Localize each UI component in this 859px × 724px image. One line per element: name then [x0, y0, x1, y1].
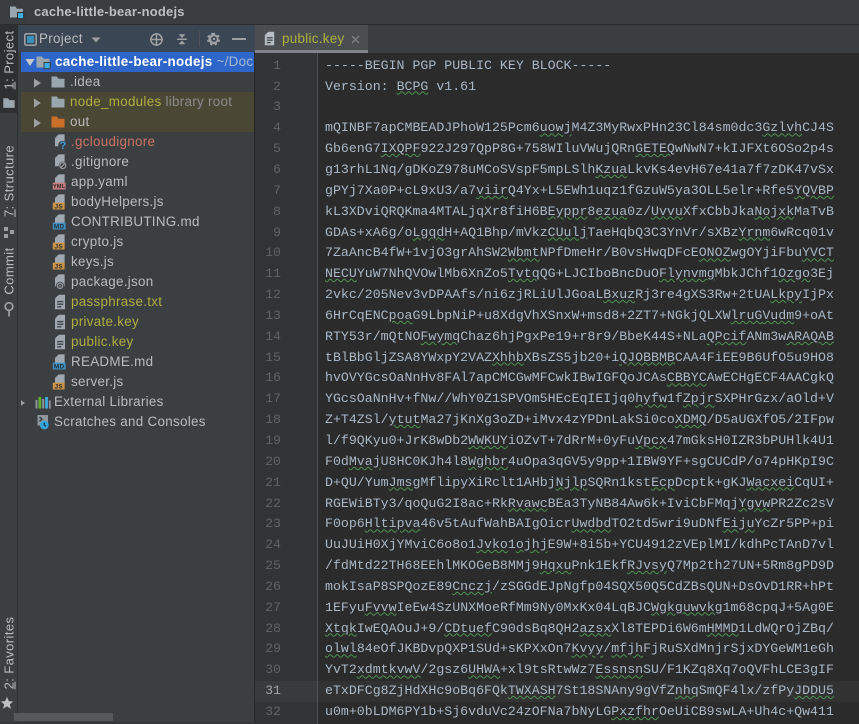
svg-text:YML: YML: [53, 184, 66, 190]
svg-text:JS: JS: [54, 383, 63, 390]
svg-text:MD: MD: [54, 223, 65, 230]
svg-text:MD: MD: [54, 363, 65, 370]
svg-text:JS: JS: [54, 203, 63, 210]
svg-text:JS: JS: [54, 263, 63, 270]
svg-text:JS: JS: [54, 243, 63, 250]
svg-text:?: ?: [60, 140, 67, 150]
